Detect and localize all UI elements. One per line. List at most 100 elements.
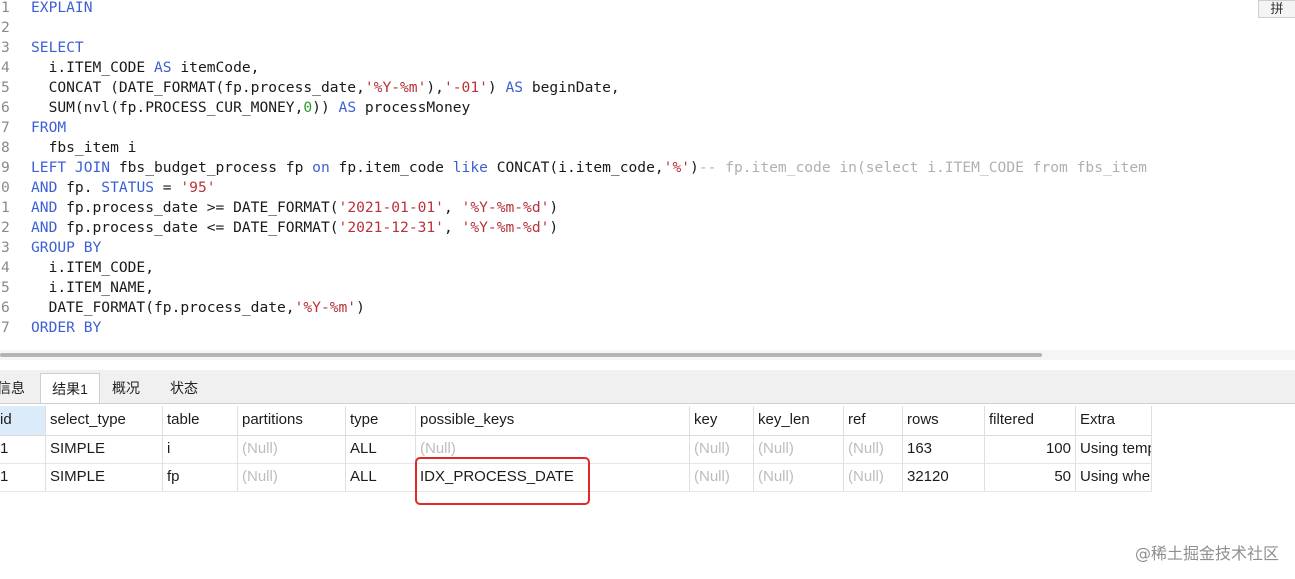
column-header-rows[interactable]: rows: [903, 406, 985, 435]
cell-type[interactable]: ALL: [346, 463, 416, 491]
watermark: @稀土掘金技术社区: [1134, 544, 1279, 563]
cell-key-len[interactable]: (Null): [754, 435, 844, 463]
possible-keys-highlight: [415, 457, 590, 505]
column-header-key[interactable]: key: [690, 406, 754, 435]
column-header-table[interactable]: table: [163, 406, 238, 435]
cell-filtered[interactable]: 50: [985, 463, 1076, 491]
cell-id[interactable]: 1: [0, 463, 46, 491]
tab-status[interactable]: 状态: [158, 373, 210, 403]
code-text: CONCAT (DATE_FORMAT(fp.process_date,'%Y-…: [31, 78, 620, 98]
editor-horizontal-scrollbar[interactable]: [0, 350, 1295, 360]
code-text: EXPLAIN: [31, 0, 93, 18]
code-token: AND: [31, 219, 58, 236]
code-token: fbs_item i: [31, 139, 137, 156]
code-token: beginDate,: [523, 79, 620, 96]
code-token: i.ITEM_NAME,: [31, 279, 155, 296]
code-token: AND: [31, 199, 58, 216]
tab-info[interactable]: 信息: [0, 373, 34, 403]
code-token: ): [356, 299, 365, 316]
cell-ref[interactable]: (Null): [844, 435, 903, 463]
column-header-type[interactable]: type: [346, 406, 416, 435]
code-token: ,: [443, 219, 462, 236]
cell-rows[interactable]: 163: [903, 435, 985, 463]
code-text: FROM: [31, 118, 66, 138]
code-token: ORDER BY: [31, 319, 102, 336]
cell-select-type[interactable]: SIMPLE: [46, 435, 163, 463]
code-token: ): [690, 159, 699, 176]
code-text: AND fp.process_date <= DATE_FORMAT('2021…: [31, 218, 558, 238]
column-header-Extra[interactable]: Extra: [1076, 406, 1152, 435]
code-token: '2021-12-31': [338, 219, 444, 236]
code-token: AS: [154, 59, 172, 76]
line-number: 4: [1, 59, 10, 76]
cell-key[interactable]: (Null): [690, 435, 754, 463]
cell-rows[interactable]: 32120: [903, 463, 985, 491]
cell-table[interactable]: fp: [163, 463, 238, 491]
code-token: GROUP BY: [31, 239, 102, 256]
line-number: 7: [1, 319, 10, 336]
code-token: like: [452, 159, 488, 176]
line-number: 5: [1, 79, 10, 96]
code-token: SUM(nvl(fp.PROCESS_CUR_MONEY,: [31, 99, 304, 116]
cell-table[interactable]: i: [163, 435, 238, 463]
cell-type[interactable]: ALL: [346, 435, 416, 463]
column-header-select-type[interactable]: select_type: [46, 406, 163, 435]
code-token: CONCAT(i.item_code,: [487, 159, 664, 176]
line-number: 7: [1, 119, 10, 136]
code-text: AND fp. STATUS = '95': [31, 178, 216, 198]
code-token: ): [549, 219, 559, 236]
code-token: -- fp.item_code in(select i.ITEM_CODE fr…: [698, 159, 1147, 176]
cell-select-type[interactable]: SIMPLE: [46, 463, 163, 491]
grid-header-row: id select_type table partitions type possible…: [0, 406, 1152, 436]
cell-Extra[interactable]: Using temporary: [1076, 435, 1152, 463]
line-number: 4: [1, 259, 10, 276]
column-header-filtered[interactable]: filtered: [985, 406, 1076, 435]
code-token: )): [312, 99, 339, 116]
cell-key[interactable]: (Null): [690, 463, 754, 491]
line-number: 5: [1, 279, 10, 296]
line-number: 3: [1, 239, 10, 256]
code-text: i.ITEM_NAME,: [31, 278, 154, 298]
cell-filtered[interactable]: 100: [985, 435, 1076, 463]
cell-id[interactable]: 1: [0, 435, 46, 463]
column-header-id[interactable]: id: [0, 406, 46, 435]
line-number: 2: [1, 19, 10, 36]
line-number: 2: [1, 219, 10, 236]
scrollbar-thumb[interactable]: [0, 353, 1042, 357]
code-text: DATE_FORMAT(fp.process_date,'%Y-%m'): [31, 298, 365, 318]
code-token: EXPLAIN: [31, 0, 93, 16]
code-token: processMoney: [356, 99, 471, 116]
code-token: AS: [505, 79, 524, 96]
tab-result-1[interactable]: 结果1: [40, 373, 100, 403]
code-token: '95': [180, 179, 216, 196]
cell-key-len[interactable]: (Null): [754, 463, 844, 491]
column-header-ref[interactable]: ref: [844, 406, 903, 435]
code-text: ORDER BY: [31, 318, 101, 338]
cell-ref[interactable]: (Null): [844, 463, 903, 491]
line-number: 9: [1, 159, 10, 176]
code-token: LEFT JOIN: [31, 159, 111, 176]
code-text: LEFT JOIN fbs_budget_process fp on fp.it…: [31, 158, 1147, 178]
cell-partitions[interactable]: (Null): [238, 463, 346, 491]
code-token: STATUS: [101, 179, 155, 196]
code-token: DATE_FORMAT(fp.process_date,: [31, 299, 295, 316]
line-number: 0: [1, 179, 10, 196]
line-number: 6: [1, 99, 10, 116]
code-token: ,: [443, 199, 462, 216]
column-header-partitions[interactable]: partitions: [238, 406, 346, 435]
column-header-possible-keys[interactable]: possible_keys: [416, 406, 690, 435]
input-mode-indicator[interactable]: 拼: [1258, 0, 1295, 18]
sql-editor[interactable]: 1 EXPLAIN 2 3 SELECT 4 i.ITEM_CODE AS itemCod…: [0, 0, 1295, 344]
code-token: '2021-01-01': [338, 199, 444, 216]
tab-overview[interactable]: 概况: [100, 373, 152, 403]
code-token: 0: [303, 99, 313, 116]
column-header-key-len[interactable]: key_len: [754, 406, 844, 435]
code-token: AS: [338, 99, 357, 116]
code-text: SUM(nvl(fp.PROCESS_CUR_MONEY,0)) AS proc…: [31, 98, 471, 118]
code-text: fbs_item i: [31, 138, 137, 158]
cell-partitions[interactable]: (Null): [238, 435, 346, 463]
line-number: 1: [1, 0, 10, 16]
code-token: ): [549, 199, 559, 216]
line-number: 3: [1, 39, 10, 56]
cell-Extra[interactable]: Using where: [1076, 463, 1152, 491]
